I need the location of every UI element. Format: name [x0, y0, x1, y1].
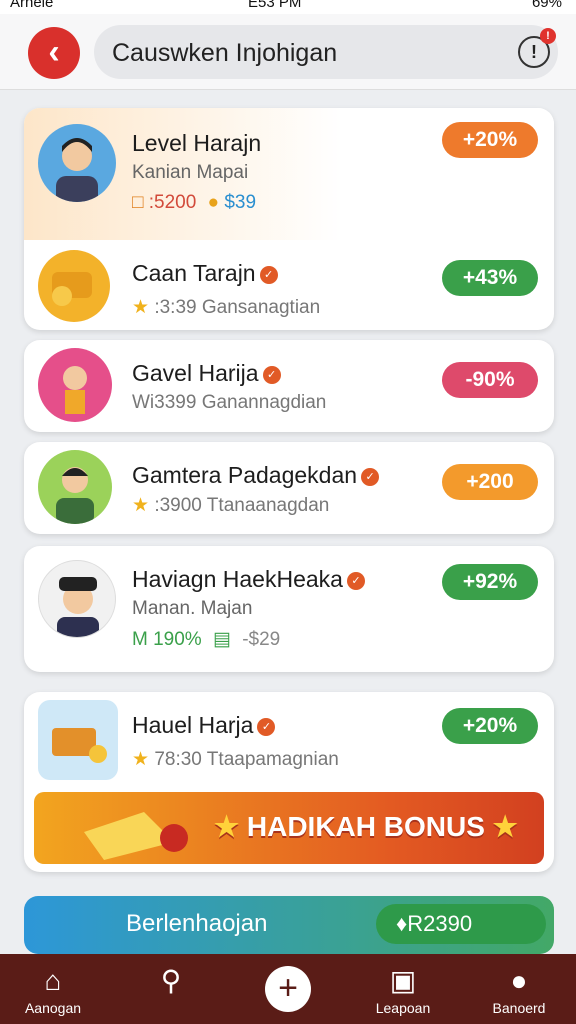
- bottom-nav: ⌂ Aanogan ⚲ + ▣ Leapoan ● Banoerd: [0, 954, 576, 1024]
- verified-icon: ✓: [361, 467, 380, 486]
- search-icon: ⚲: [160, 965, 182, 996]
- star-icon: ★: [492, 811, 518, 842]
- home-icon: ⌂: [44, 965, 62, 996]
- item-name: Level Harajn: [132, 130, 262, 156]
- verified-icon: ✓: [259, 265, 278, 284]
- list-item[interactable]: Level Harajn Kanian Mapai □ :5200 ● $39 …: [24, 108, 554, 240]
- nav-label: Leapoan: [375, 1000, 431, 1016]
- list-item[interactable]: Gavel Harija ✓ Wi3399 Ganannagdian -90%: [24, 340, 554, 432]
- verified-icon: ✓: [346, 571, 365, 590]
- coin-stack-icon: ▤: [212, 629, 231, 650]
- promo-amount: ♦R2390: [376, 904, 546, 944]
- leaderboard-icon: ▣: [389, 965, 417, 996]
- back-button[interactable]: ‹: [28, 27, 80, 79]
- clock: E53 PM: [248, 0, 302, 11]
- nav-add[interactable]: +: [243, 954, 333, 1024]
- banner-label: ★ HADIKAH BONUS ★: [214, 811, 518, 842]
- carrier-label: Arnele: [10, 0, 54, 11]
- item-name: Caan Tarajn ✓: [132, 260, 278, 287]
- avatar: [38, 348, 112, 422]
- item-name: Haviagn HaekHeaka ✓: [132, 566, 365, 593]
- list-item[interactable]: Gamtera Padagekdan ✓ ★ :3900 Ttanaanagdan…: [24, 442, 554, 534]
- star-icon: ★: [132, 495, 150, 516]
- plus-icon: +: [265, 966, 311, 1012]
- change-badge: +43%: [442, 260, 538, 296]
- star-icon: ★: [132, 297, 150, 318]
- header: ‹ Causwken Injohigan ! !: [0, 14, 576, 90]
- item-name: Gavel Harija ✓: [132, 360, 281, 387]
- avatar: [38, 560, 116, 638]
- wallet-icon: □: [132, 192, 144, 213]
- cheese-icon: [84, 812, 188, 860]
- notification-icon[interactable]: ! !: [518, 28, 556, 68]
- item-meta: Wi3399 Ganannagdian: [132, 392, 327, 413]
- treasure-icon: [38, 700, 118, 780]
- item-points: :5200: [148, 192, 197, 213]
- item-meta: □ :5200 ● $39: [132, 192, 256, 214]
- verified-icon: ✓: [262, 365, 281, 384]
- card-group-1: Level Harajn Kanian Mapai □ :5200 ● $39 …: [24, 108, 554, 330]
- user-icon: ●: [510, 965, 528, 996]
- change-badge: +92%: [442, 564, 538, 600]
- promo-card[interactable]: Berlenhaojan ♦R2390: [24, 896, 554, 954]
- nav-label: Aanogan: [24, 1000, 82, 1016]
- battery-percent: 69%: [531, 0, 562, 11]
- list-item[interactable]: Caan Tarajn ✓ ★ :3:39 Gansanagtian +43%: [24, 240, 554, 330]
- avatar: [38, 124, 116, 202]
- coin-icon: ●: [207, 192, 220, 213]
- change-badge: +200: [442, 464, 538, 500]
- avatar: [38, 250, 110, 322]
- notification-badge: !: [540, 28, 556, 44]
- star-icon: ★: [214, 811, 240, 842]
- nav-profile[interactable]: ● Banoerd: [474, 954, 564, 1024]
- nav-label: Banoerd: [492, 1000, 546, 1016]
- item-meta: ★ 78:30 Ttaapamagnian: [132, 749, 339, 770]
- item-meta: M 190% ▤ -$29: [132, 629, 281, 650]
- list-item[interactable]: Haviagn HaekHeaka ✓ Manan. Majan M 190% ▤…: [24, 546, 554, 672]
- bonus-banner[interactable]: ★ HADIKAH BONUS ★: [34, 792, 544, 864]
- change-badge: +20%: [442, 708, 538, 744]
- item-meta: ★ :3:39 Gansanagtian: [132, 297, 321, 318]
- nav-home[interactable]: ⌂ Aanogan: [8, 954, 98, 1024]
- search-bar[interactable]: Causwken Injohigan ! !: [94, 25, 558, 79]
- promo-title: Berlenhaojan: [126, 910, 268, 937]
- star-icon: ★: [132, 749, 150, 770]
- list-item[interactable]: Hauel Harja ✓ ★ 78:30 Ttaapamagnian +20%: [24, 692, 554, 788]
- item-subtitle: Kanian Mapai: [132, 162, 249, 183]
- item-subtitle: Manan. Majan: [132, 598, 253, 619]
- card-group-5: Hauel Harja ✓ ★ 78:30 Ttaapamagnian +20% …: [24, 692, 554, 872]
- nav-leaderboard[interactable]: ▣ Leapoan: [358, 954, 448, 1024]
- item-amount: $39: [224, 192, 257, 213]
- change-badge: -90%: [442, 362, 538, 398]
- status-bar: Arnele E53 PM 69%: [0, 0, 576, 14]
- item-name: Gamtera Padagekdan ✓: [132, 462, 380, 489]
- change-badge: +20%: [442, 122, 538, 158]
- verified-icon: ✓: [257, 717, 276, 736]
- chevron-left-icon: ‹: [48, 33, 60, 71]
- search-text: Causwken Injohigan: [112, 39, 338, 67]
- item-name: Hauel Harja ✓: [132, 712, 276, 739]
- nav-search[interactable]: ⚲: [126, 954, 216, 1024]
- avatar: [38, 450, 112, 524]
- item-meta: ★ :3900 Ttanaanagdan: [132, 495, 330, 516]
